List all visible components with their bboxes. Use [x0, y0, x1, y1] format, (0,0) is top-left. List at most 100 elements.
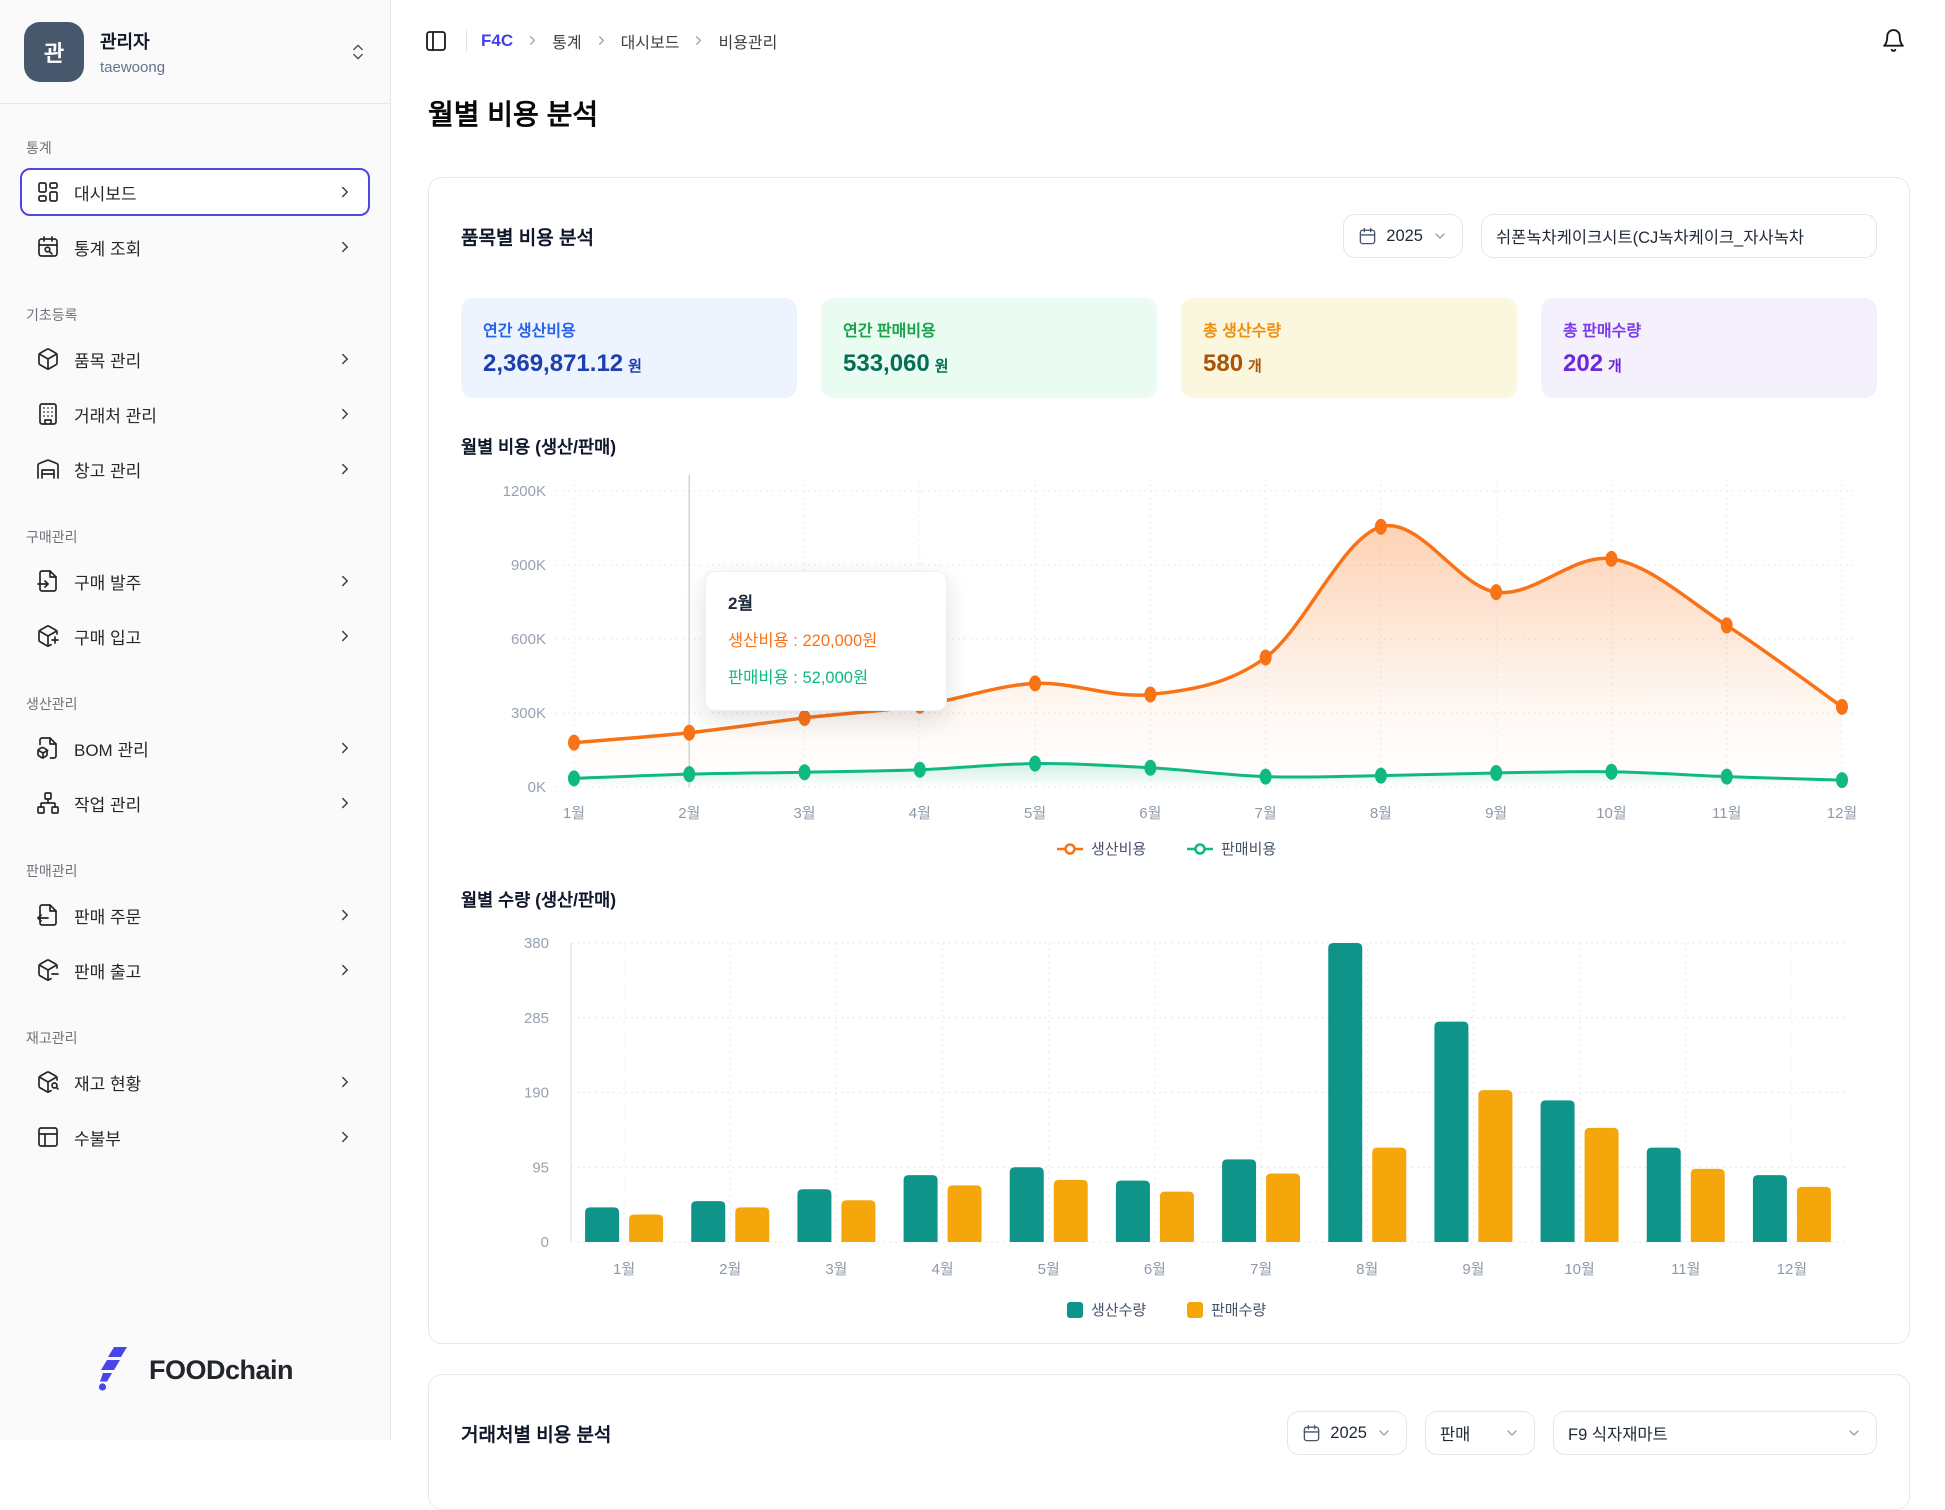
sidebar-item-dashboard[interactable]: 대시보드: [20, 168, 370, 216]
svg-text:생산비용: 생산비용: [1091, 841, 1146, 858]
svg-text:8월: 8월: [1370, 805, 1392, 822]
sidebar-item-purchase-order[interactable]: 구매 발주: [20, 557, 370, 605]
sidebar-item-work-management[interactable]: 작업 관리: [20, 779, 370, 827]
nav-section-label: 구매관리: [26, 527, 364, 547]
sidebar-item-warehouse-management[interactable]: 창고 관리: [20, 445, 370, 493]
item-cost-card: 품목별 비용 분석 2025 쉬폰녹차케이크시트(CJ녹차케이크_자사녹차: [428, 177, 1910, 1344]
svg-text:1200K: 1200K: [503, 483, 546, 500]
warehouse-icon: [36, 457, 60, 481]
chevron-down-icon: [1432, 228, 1448, 244]
nav-section-label: 생산관리: [26, 694, 364, 714]
sidebar-item-label: 거래처 관리: [74, 402, 322, 427]
svg-text:7월: 7월: [1250, 1261, 1272, 1278]
nav-section-label: 재고관리: [26, 1028, 364, 1048]
user-menu[interactable]: 관 관리자 taewoong: [24, 22, 368, 82]
chevron-right-icon: [336, 572, 354, 590]
tooltip-month: 2월: [728, 592, 924, 616]
breadcrumb-item[interactable]: 비용관리: [718, 29, 777, 53]
main-content: F4C 통계대시보드비용관리 월별 비용 분석 품목별 비용 분석 2025: [391, 0, 1945, 1440]
stat-cards: 연간 생산비용2,369,871.12원연간 판매비용533,060원총 생산수…: [461, 298, 1877, 398]
package-plus-icon: [36, 624, 60, 648]
stat-label: 연간 판매비용: [843, 317, 1135, 341]
breadcrumb-item[interactable]: 대시보드: [621, 29, 680, 53]
sidebar-item-label: BOM 관리: [74, 736, 322, 761]
stat-label: 총 생산수량: [1203, 317, 1495, 341]
sidebar-item-stats-query[interactable]: 통계 조회: [20, 223, 370, 271]
svg-text:5월: 5월: [1038, 1261, 1060, 1278]
nav-section-label: 판매관리: [26, 861, 364, 881]
stat-value: 2,369,871.12원: [483, 350, 775, 378]
sidebar-item-inventory-status[interactable]: 재고 현황: [20, 1058, 370, 1106]
tooltip-sales-cost: 판매비용 : 52,000원: [728, 666, 924, 690]
stat-card-0: 연간 생산비용2,369,871.12원: [461, 298, 797, 398]
breadcrumb-brand[interactable]: F4C: [481, 31, 513, 51]
sidebar-toggle-button[interactable]: [420, 25, 452, 57]
chevron-right-icon: [336, 794, 354, 812]
monthly-cost-chart[interactable]: 0K300K600K900K1200K1월2월3월4월5월6월7월8월9월10월…: [461, 461, 1877, 871]
year-select[interactable]: 2025: [1343, 214, 1463, 258]
svg-text:4월: 4월: [932, 1261, 954, 1278]
sidebar-item-ledger[interactable]: 수불부: [20, 1113, 370, 1161]
svg-text:6월: 6월: [1139, 805, 1161, 822]
sidebar-item-client-management[interactable]: 거래처 관리: [20, 390, 370, 438]
sidebar-item-bom-management[interactable]: BOM 관리: [20, 724, 370, 772]
item-select-value: 쉬폰녹차케이크시트(CJ녹차케이크_자사녹차: [1496, 224, 1804, 248]
svg-text:0K: 0K: [528, 779, 546, 796]
notifications-button[interactable]: [1877, 24, 1910, 57]
sidebar-item-purchase-inbound[interactable]: 구매 입고: [20, 612, 370, 660]
svg-text:600K: 600K: [511, 631, 546, 648]
line-chart-title: 월별 비용 (생산/판매): [461, 434, 1877, 459]
client-select[interactable]: F9 식자재마트: [1553, 1411, 1877, 1455]
stat-unit: 원: [935, 358, 949, 375]
stat-value: 202개: [1563, 350, 1855, 378]
avatar: 관: [24, 22, 84, 82]
svg-text:2월: 2월: [719, 1261, 741, 1278]
stat-unit: 개: [1248, 358, 1262, 375]
tooltip-production-cost: 생산비용 : 220,000원: [728, 629, 924, 653]
bar-chart-title: 월별 수량 (생산/판매): [461, 887, 1877, 912]
sidebar-item-item-management[interactable]: 품목 관리: [20, 335, 370, 383]
item-cost-card-header: 품목별 비용 분석 2025 쉬폰녹차케이크시트(CJ녹차케이크_자사녹차: [461, 214, 1877, 258]
sidebar-item-label: 구매 입고: [74, 624, 322, 649]
page-title: 월별 비용 분석: [428, 97, 1910, 133]
chart-tooltip: 2월 생산비용 : 220,000원 판매비용 : 52,000원: [705, 571, 947, 711]
chevron-right-icon: [336, 1073, 354, 1091]
card-title: 거래처별 비용 분석: [461, 1420, 611, 1447]
nav-section-label: 기초등록: [26, 305, 364, 325]
sidebar-item-sales-order[interactable]: 판매 주문: [20, 891, 370, 939]
item-select[interactable]: 쉬폰녹차케이크시트(CJ녹차케이크_자사녹차: [1481, 214, 1877, 258]
chevron-right-icon: [336, 460, 354, 478]
svg-text:300K: 300K: [511, 705, 546, 722]
svg-text:12월: 12월: [1827, 805, 1858, 822]
client-year-select[interactable]: 2025: [1287, 1411, 1407, 1455]
svg-text:11월: 11월: [1712, 805, 1741, 822]
sidebar-item-label: 작업 관리: [74, 791, 322, 816]
sidebar-item-label: 대시보드: [74, 180, 322, 205]
svg-text:12월: 12월: [1777, 1261, 1808, 1278]
stat-label: 총 판매수량: [1563, 317, 1855, 341]
chevrons-up-down-icon: [348, 42, 368, 62]
trade-type-select[interactable]: 판매: [1425, 1411, 1535, 1455]
sidebar-item-sales-outbound[interactable]: 판매 출고: [20, 946, 370, 994]
user-username: taewoong: [100, 59, 332, 76]
sidebar: 관 관리자 taewoong 통계대시보드통계 조회기초등록품목 관리거래처 관…: [0, 0, 391, 1440]
package-search-icon: [36, 1070, 60, 1094]
svg-text:2월: 2월: [678, 805, 700, 822]
svg-text:0: 0: [541, 1234, 549, 1251]
svg-text:10월: 10월: [1596, 805, 1627, 822]
file-input-icon: [36, 569, 60, 593]
stat-card-3: 총 판매수량 202개: [1541, 298, 1877, 398]
client-cost-card: 거래처별 비용 분석 2025 판매: [428, 1374, 1910, 1510]
sidebar-item-label: 판매 주문: [74, 903, 322, 928]
app-root: 관 관리자 taewoong 통계대시보드통계 조회기초등록품목 관리거래처 관…: [0, 0, 1945, 1440]
svg-text:1월: 1월: [563, 805, 585, 822]
chevron-right-icon: [525, 33, 540, 48]
client-cost-card-header: 거래처별 비용 분석 2025 판매: [461, 1411, 1877, 1455]
user-name: 관리자: [100, 28, 332, 54]
monthly-qty-chart[interactable]: 0951902853801월2월3월4월5월6월7월8월9월10월11월12월생…: [461, 914, 1877, 1329]
line-chart-canvas: 0K300K600K900K1200K1월2월3월4월5월6월7월8월9월10월…: [461, 461, 1877, 871]
file-output-icon: [36, 903, 60, 927]
breadcrumb-item[interactable]: 통계: [552, 29, 581, 53]
chevron-right-icon: [336, 183, 354, 201]
svg-text:95: 95: [532, 1159, 549, 1176]
